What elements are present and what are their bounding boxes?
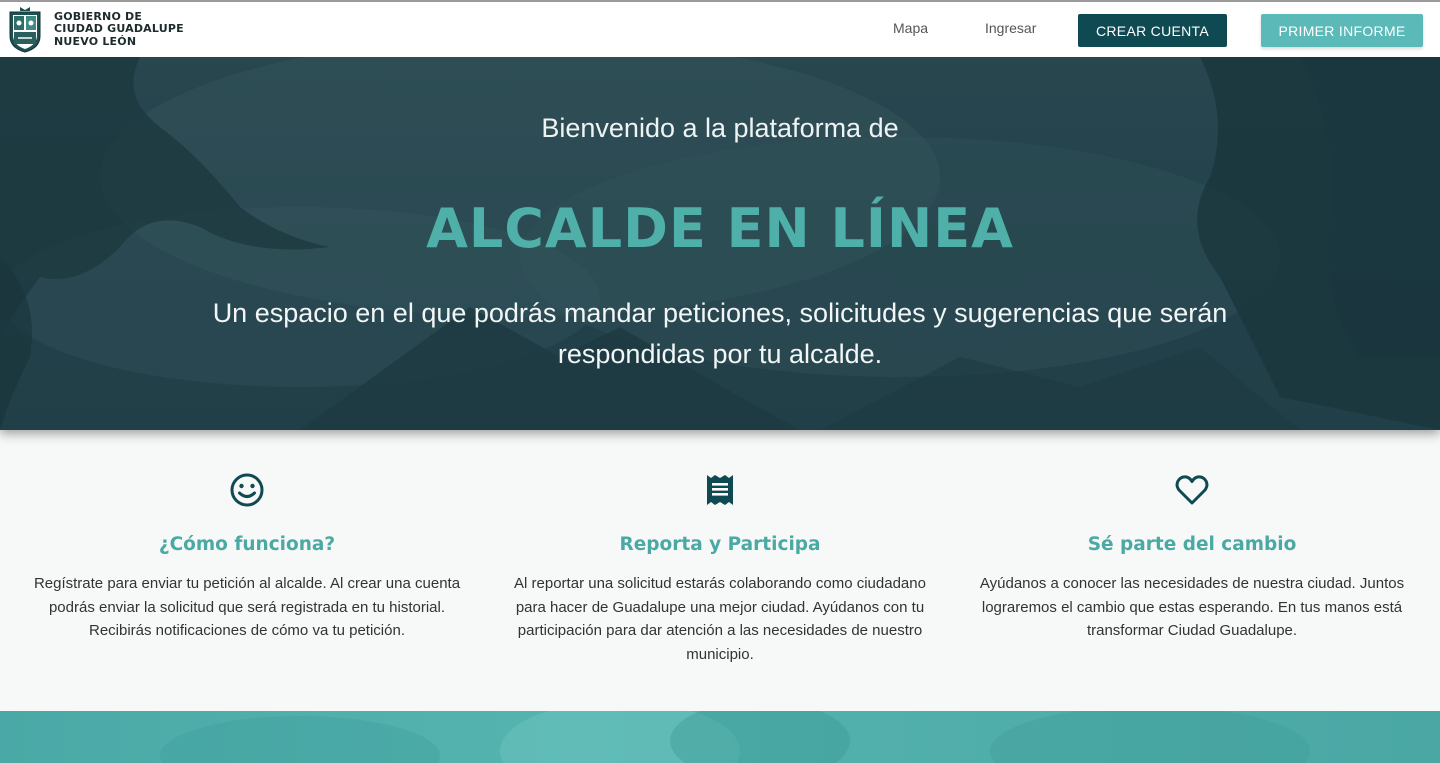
brand-logo[interactable]: GOBIERNO DE CIUDAD GUADALUPE NUEVO LEÓN <box>8 6 184 53</box>
feature-text: Regístrate para enviar tu petición al al… <box>33 575 461 639</box>
feature-text: Ayúdanos a conocer las necesidades de nu… <box>979 575 1405 639</box>
brand-name: GOBIERNO DE CIUDAD GUADALUPE NUEVO LEÓN <box>54 10 184 49</box>
hero-title: ALCALDE EN LÍNEA <box>426 197 1014 260</box>
hero-pre-title: Bienvenido a la plataforma de <box>541 113 899 143</box>
heart-icon <box>1175 475 1209 505</box>
bottom-banner-graphic <box>160 711 1310 763</box>
brand-line-3: NUEVO LEÓN <box>54 34 137 48</box>
hero-banner: Bienvenido a la plataforma de ALCALDE EN… <box>0 57 1440 430</box>
receipt-icon <box>707 475 733 505</box>
shield-crest-icon <box>9 7 41 53</box>
bottom-banner-image <box>0 711 1440 763</box>
feature-title: ¿Cómo funciona? <box>158 534 336 555</box>
hero-description: Un espacio en el que podrás mandar petic… <box>212 298 1228 369</box>
nav-link-login[interactable]: Ingresar <box>985 20 1036 36</box>
first-report-button[interactable]: PRIMER INFORME <box>1261 14 1423 47</box>
brand-line-2: CIUDAD GUADALUPE <box>54 22 184 36</box>
create-account-button[interactable]: CREAR CUENTA <box>1078 14 1227 47</box>
smiley-icon <box>230 473 264 507</box>
nav-link-map[interactable]: Mapa <box>893 20 928 36</box>
feature-title: Reporta y Participa <box>619 534 821 555</box>
features-section: ¿Cómo funciona? Regístrate para enviar t… <box>0 430 1440 711</box>
feature-text: Al reportar una solicitud estarás colabo… <box>514 575 926 663</box>
feature-title: Sé parte del cambio <box>1087 534 1297 555</box>
top-navbar: GOBIERNO DE CIUDAD GUADALUPE NUEVO LEÓN … <box>0 0 1440 57</box>
